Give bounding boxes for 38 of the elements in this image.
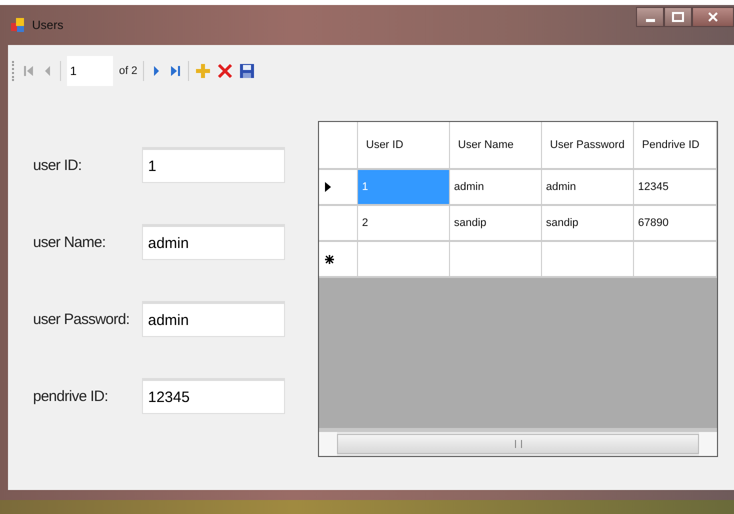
close-icon[interactable] — [692, 7, 734, 27]
table-cell[interactable] — [358, 242, 450, 278]
save-icon[interactable] — [239, 63, 256, 79]
record-count: of 2 — [119, 65, 138, 77]
row-header[interactable] — [319, 170, 358, 206]
column-header[interactable]: User ID — [358, 122, 450, 170]
table-cell[interactable] — [450, 242, 542, 278]
window-title: Users — [32, 18, 64, 32]
horizontal-scrollbar[interactable] — [319, 428, 717, 456]
corner-header — [319, 122, 358, 170]
app-icon — [10, 17, 26, 33]
current-row-icon — [325, 182, 331, 192]
table-cell[interactable] — [542, 242, 634, 278]
text-field[interactable]: admin — [142, 301, 285, 337]
minimize-icon[interactable] — [636, 7, 664, 27]
delete-icon[interactable] — [217, 63, 234, 79]
field-label: pendrive ID: — [33, 388, 109, 404]
text-field[interactable]: 12345 — [142, 378, 285, 414]
text-field[interactable]: 1 — [142, 147, 285, 183]
column-header[interactable]: User Password — [542, 122, 634, 170]
row-header[interactable] — [319, 242, 358, 278]
field-label: user Name: — [33, 234, 107, 250]
table-cell[interactable]: 2 — [358, 206, 450, 242]
table-cell[interactable]: admin — [450, 170, 542, 206]
last-icon[interactable] — [168, 63, 182, 79]
table-cell[interactable] — [634, 242, 717, 278]
field-label: user Password: — [33, 310, 130, 328]
table-cell[interactable]: 67890 — [634, 206, 717, 242]
text-field[interactable]: admin — [142, 224, 285, 260]
table-cell[interactable]: admin — [542, 170, 634, 206]
maximize-icon[interactable] — [664, 7, 692, 27]
table-cell[interactable]: 12345 — [634, 170, 717, 206]
column-header[interactable]: User Name — [450, 122, 542, 170]
position-field[interactable]: 1 — [67, 56, 113, 86]
table-cell[interactable]: sandip — [450, 206, 542, 242]
column-header[interactable]: Pendrive ID — [634, 122, 717, 170]
table-cell[interactable]: sandip — [542, 206, 634, 242]
field-label: user ID: — [33, 156, 83, 174]
